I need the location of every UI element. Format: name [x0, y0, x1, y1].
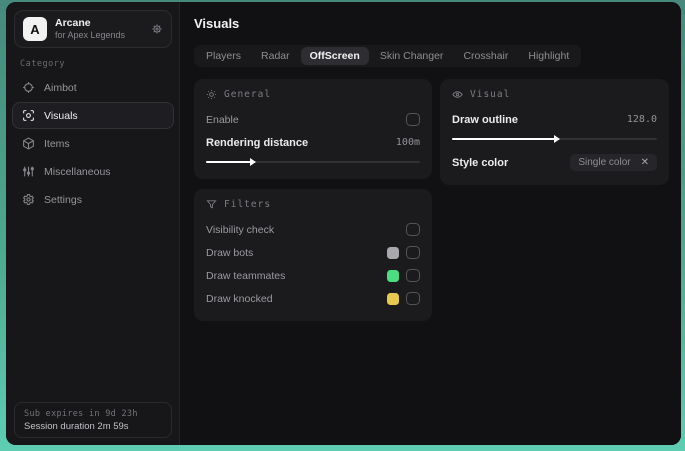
slider-fill [452, 135, 559, 143]
rendering-distance-slider[interactable] [206, 157, 420, 167]
draw-teammates-row: Draw teammates [206, 265, 420, 286]
draw-outline-label: Draw outline [452, 113, 519, 126]
tab-offscreen[interactable]: OffScreen [300, 47, 369, 65]
draw-bots-color-swatch[interactable] [387, 246, 399, 259]
page-title: Visuals [194, 16, 240, 31]
draw-outline-value: 128.0 [626, 114, 657, 125]
rendering-distance-label: Rendering distance [206, 136, 309, 149]
enable-checkbox[interactable] [406, 113, 420, 126]
draw-teammates-label: Draw teammates [206, 269, 286, 282]
visuals-tabbar: Players Radar OffScreen Skin Changer Cro… [194, 45, 582, 67]
visibility-check-row: Visibility check [206, 219, 420, 240]
sidebar-item-items[interactable]: Items [12, 130, 174, 157]
enable-row: Enable [206, 109, 420, 130]
rendering-distance-row: Rendering distance 100m [206, 132, 420, 153]
subscription-info-box: Sub expires in 9d 23h Session duration 2… [14, 402, 172, 438]
sidebar: A Arcane for Apex Legends Category Aimbo… [6, 2, 180, 445]
app-name: Arcane [55, 17, 91, 30]
app-logo: A [23, 17, 47, 41]
sun-icon [206, 89, 217, 100]
draw-knocked-controls [387, 292, 420, 305]
tab-players[interactable]: Players [197, 47, 250, 65]
app-window: A Arcane for Apex Legends Category Aimbo… [6, 2, 681, 445]
general-panel-header: General [206, 89, 420, 100]
sidebar-item-label: Settings [44, 193, 82, 206]
crosshair-icon [22, 81, 35, 94]
tab-radar[interactable]: Radar [252, 47, 299, 65]
sidebar-item-miscellaneous[interactable]: Miscellaneous [12, 158, 174, 185]
left-column: General Enable Rendering distance 100m F… [194, 79, 432, 321]
gear-icon[interactable] [151, 23, 163, 35]
sidebar-nav: Aimbot Visuals Items Miscellaneous Setti… [12, 74, 174, 213]
tab-skin-changer[interactable]: Skin Changer [371, 47, 453, 65]
sidebar-item-aimbot[interactable]: Aimbot [12, 74, 174, 101]
draw-knocked-row: Draw knocked [206, 288, 420, 309]
style-color-row: Style color Single color ✕ [452, 152, 657, 173]
gear-icon [22, 193, 35, 206]
main-content: Visuals Players Radar OffScreen Skin Cha… [180, 2, 681, 445]
style-color-selected-value: Single color [578, 157, 631, 168]
draw-bots-label: Draw bots [206, 246, 254, 259]
tab-crosshair[interactable]: Crosshair [454, 47, 517, 65]
visual-panel-title: Visual [470, 89, 511, 100]
scan-eye-icon [22, 109, 35, 122]
draw-bots-checkbox[interactable] [406, 246, 420, 259]
filters-panel-title: Filters [224, 199, 272, 210]
sidebar-item-visuals[interactable]: Visuals [12, 102, 174, 129]
right-column: Visual Draw outline 128.0 Style color Si… [440, 79, 669, 185]
category-label: Category [20, 59, 65, 69]
app-subtitle: for Apex Legends [55, 29, 126, 40]
draw-knocked-checkbox[interactable] [406, 292, 420, 305]
sidebar-item-settings[interactable]: Settings [12, 186, 174, 213]
panel-grid: General Enable Rendering distance 100m F… [194, 79, 669, 321]
draw-teammates-color-swatch[interactable] [387, 269, 399, 282]
sliders-icon [22, 165, 35, 178]
general-panel-title: General [224, 89, 272, 100]
eye-icon [452, 89, 463, 100]
sidebar-item-label: Miscellaneous [44, 165, 111, 178]
filters-panel-header: Filters [206, 199, 420, 210]
sidebar-item-label: Aimbot [44, 81, 77, 94]
draw-outline-slider[interactable] [452, 134, 657, 144]
style-color-select[interactable]: Single color ✕ [570, 154, 657, 171]
draw-bots-row: Draw bots [206, 242, 420, 263]
filters-panel: Filters Visibility check Draw bots Draw … [194, 189, 432, 321]
draw-teammates-controls [387, 269, 420, 282]
enable-label: Enable [206, 113, 239, 126]
app-meta: Arcane for Apex Legends [55, 17, 143, 40]
visibility-check-label: Visibility check [206, 223, 275, 236]
draw-knocked-color-swatch[interactable] [387, 292, 399, 305]
close-icon[interactable]: ✕ [641, 157, 649, 168]
sidebar-item-label: Visuals [44, 109, 78, 122]
rendering-distance-value: 100m [395, 137, 420, 148]
draw-outline-row: Draw outline 128.0 [452, 109, 657, 130]
funnel-icon [206, 199, 217, 210]
draw-bots-controls [387, 246, 420, 259]
visual-panel-header: Visual [452, 89, 657, 100]
tab-highlight[interactable]: Highlight [519, 47, 578, 65]
slider-fill [206, 158, 256, 166]
sidebar-item-label: Items [44, 137, 70, 150]
draw-teammates-checkbox[interactable] [406, 269, 420, 282]
app-header-card: A Arcane for Apex Legends [14, 10, 172, 48]
general-panel: General Enable Rendering distance 100m [194, 79, 432, 179]
visual-panel: Visual Draw outline 128.0 Style color Si… [440, 79, 669, 185]
cube-icon [22, 137, 35, 150]
sub-expires-text: Sub expires in 9d 23h [24, 408, 138, 419]
draw-knocked-label: Draw knocked [206, 292, 273, 305]
visibility-check-checkbox[interactable] [406, 223, 420, 236]
session-duration-text: Session duration 2m 59s [24, 420, 129, 432]
style-color-label: Style color [452, 156, 509, 169]
